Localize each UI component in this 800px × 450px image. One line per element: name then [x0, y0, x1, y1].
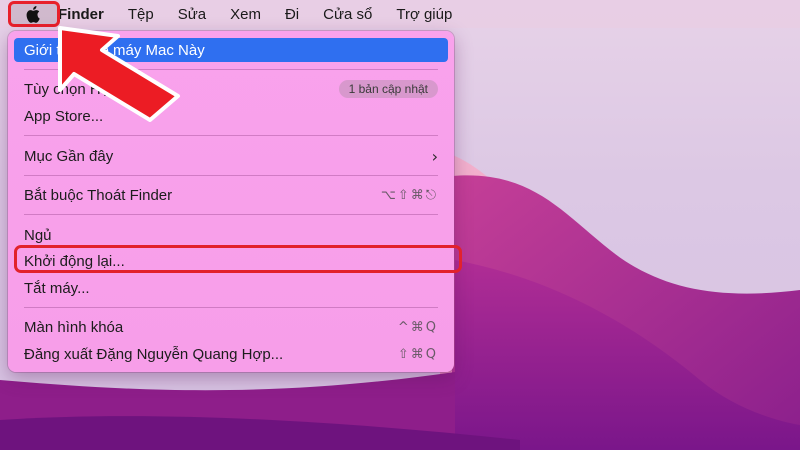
apple-logo-icon [26, 6, 40, 23]
force-quit-item[interactable]: Bắt buộc Thoát Finder ⌥⇧⌘⎋ [14, 183, 448, 207]
menu-separator [24, 175, 438, 176]
about-this-mac-item[interactable]: Giới thiệu về máy Mac Này [14, 38, 448, 62]
lock-screen-label: Màn hình khóa [24, 318, 124, 336]
force-quit-label: Bắt buộc Thoát Finder [24, 186, 173, 204]
chevron-right-icon: › [431, 146, 438, 166]
menu-separator [24, 214, 438, 215]
menu-separator [24, 307, 438, 308]
menu-window[interactable]: Cửa sổ [311, 6, 384, 23]
shutdown-item[interactable]: Tắt máy... [14, 276, 448, 300]
menu-separator [24, 135, 438, 136]
restart-annotation-box [14, 245, 462, 273]
force-quit-shortcut: ⌥⇧⌘⎋ [380, 187, 438, 203]
menu-help[interactable]: Trợ giúp [384, 6, 464, 23]
recent-items-item[interactable]: Mục Gần đây › [14, 144, 448, 168]
menu-edit[interactable]: Sửa [166, 6, 218, 23]
app-store-item[interactable]: App Store... [14, 104, 448, 128]
apple-menu-button[interactable] [0, 0, 60, 28]
app-store-label: App Store... [24, 107, 104, 125]
sleep-item[interactable]: Ngủ [14, 223, 448, 247]
logout-label: Đăng xuất Đặng Nguyễn Quang Hợp... [24, 345, 284, 363]
system-preferences-item[interactable]: Tùy chọn Hệ thống... 1 bản cập nhật [14, 77, 448, 101]
system-preferences-label: Tùy chọn Hệ thống... [24, 80, 164, 98]
apple-menu-dropdown: Giới thiệu về máy Mac Này Tùy chọn Hệ th… [8, 31, 462, 372]
update-badge: 1 bản cập nhật [338, 80, 438, 98]
menu-bar: Finder Tệp Sửa Xem Đi Cửa sổ Trợ giúp [0, 0, 800, 28]
lock-screen-item[interactable]: Màn hình khóa ^⌘Q [14, 315, 448, 339]
shutdown-label: Tắt máy... [24, 279, 90, 297]
sleep-label: Ngủ [24, 226, 52, 244]
menu-view[interactable]: Xem [218, 6, 273, 23]
menu-file[interactable]: Tệp [116, 6, 166, 23]
recent-items-label: Mục Gần đây [24, 147, 114, 165]
logout-item[interactable]: Đăng xuất Đặng Nguyễn Quang Hợp... ⇧⌘Q [14, 342, 448, 366]
menu-separator [24, 69, 438, 70]
menu-go[interactable]: Đi [273, 6, 311, 23]
about-this-mac-label: Giới thiệu về máy Mac Này [24, 41, 205, 59]
lock-screen-shortcut: ^⌘Q [397, 319, 438, 335]
menu-finder[interactable]: Finder [54, 6, 116, 23]
logout-shortcut: ⇧⌘Q [397, 346, 438, 362]
